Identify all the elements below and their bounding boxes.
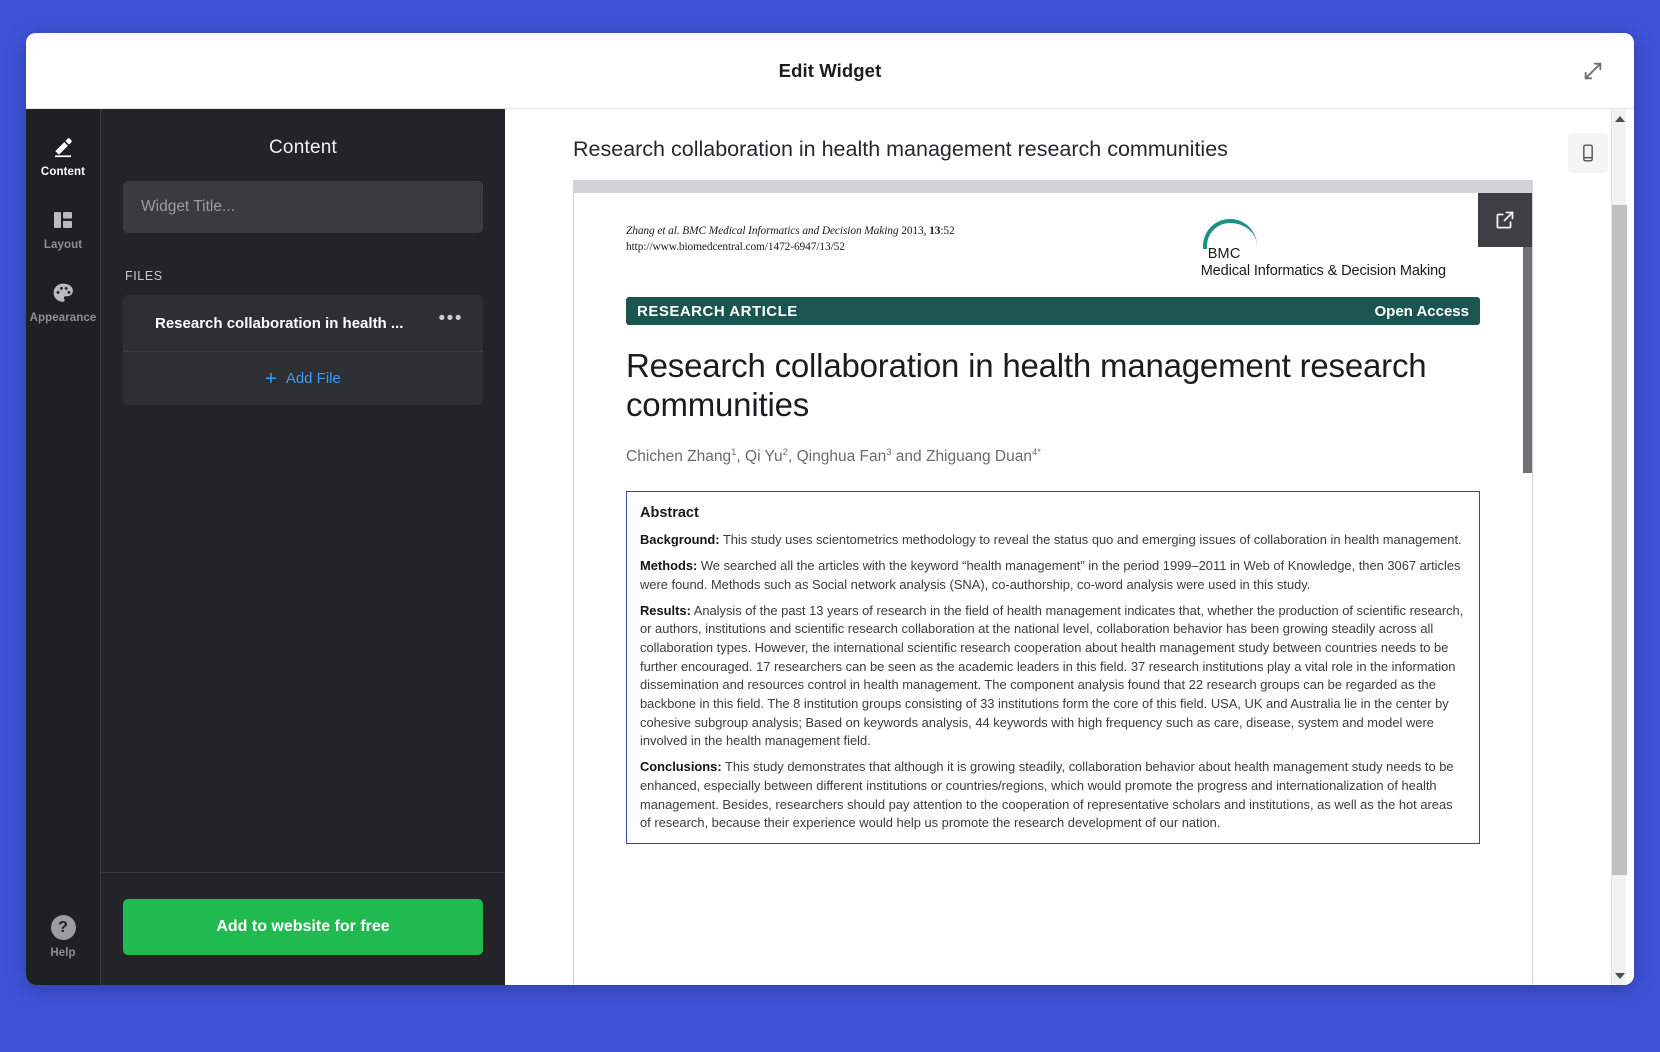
panel-scroll-area: FILES Research collaboration in health .… [101,181,505,872]
palette-icon [51,281,75,305]
triangle-down-glyph [1614,972,1625,979]
plus-icon: + [265,367,277,390]
citation-volume: 13 [929,225,941,237]
help-button[interactable]: ? Help [26,915,100,959]
layout-columns-glyph [54,212,72,228]
author-name: , Qi Yu [736,448,783,466]
preview-title: Research collaboration in health managem… [573,137,1228,161]
mobile-phone-glyph [1583,144,1593,162]
bmc-brand: BMC [1207,246,1241,262]
abstract-section-text: We searched all the articles with the ke… [640,558,1461,592]
content-panel: Content FILES Research collaboration in … [100,109,505,985]
abstract-section-label: Background: [640,532,720,548]
triangle-up-icon[interactable] [1612,111,1627,126]
preview-pane: Research collaboration in health managem… [505,109,1634,985]
document-title: Research collaboration in health managem… [626,347,1427,424]
add-to-website-button[interactable]: Add to website for free [123,899,483,955]
bmc-logo: BMC Medical Informatics & Decision Makin… [1201,219,1446,279]
panel-footer: Add to website for free [101,872,505,985]
triangle-up-glyph [1614,115,1625,122]
banner-left-label: RESEARCH ARTICLE [637,302,798,320]
external-link-icon[interactable] [1478,193,1532,247]
edit-widget-modal: Edit Widget Content Layout Appearance ? … [26,33,1634,985]
page-title: Edit Widget [778,59,882,81]
abstract-section: Conclusions: This study demonstrates tha… [640,758,1466,833]
sidebar-item-appearance[interactable]: Appearance [26,271,100,332]
modal-header: Edit Widget [26,33,1634,109]
pdf-document[interactable]: Zhang et al. BMC Medical Informatics and… [573,180,1533,985]
panel-heading: Content [269,137,337,158]
abstract-section: Methods: We searched all the articles wi… [640,557,1466,594]
external-link-glyph [1496,211,1514,229]
abstract-section: Background: This study uses scientometri… [640,531,1466,550]
palette-glyph [53,283,73,302]
preview-canvas: Zhang et al. BMC Medical Informatics and… [573,180,1533,985]
sidebar-item-content[interactable]: Content [26,125,100,186]
author-name: and Zhiguang Duan [891,448,1032,466]
sidebar-item-label: Content [40,166,86,178]
pencil-glyph [55,138,72,158]
layout-columns-icon [51,208,75,232]
abstract-section-text: This study uses scientometrics methodolo… [719,532,1462,548]
files-section-label: FILES [125,269,163,283]
triangle-down-icon[interactable] [1612,968,1627,983]
abstract-section-label: Results: [640,602,691,618]
pdf-inner-scrollbar[interactable] [1523,193,1532,985]
add-file-label: Add File [285,370,341,387]
abstract-section-text: This study demonstrates that although it… [640,759,1454,831]
widget-title-input[interactable] [123,181,483,233]
abstract-heading: Abstract [640,505,699,522]
bmc-arc-icon [1202,219,1257,249]
pdf-toolbar [574,181,1532,193]
citation-article: :52 [940,225,955,237]
citation-journal: Zhang et al. BMC Medical Informatics and… [626,225,899,237]
question-mark-icon: ? [50,915,76,940]
expand-diagonal-icon[interactable] [1576,54,1610,88]
sidebar-item-label: Layout [43,239,83,251]
citation-url: http://www.biomedcentral.com/1472-6947/1… [626,241,845,254]
abstract-section: Results: Analysis of the past 13 years o… [640,602,1466,752]
sidebar-rail: Content Layout Appearance ? Help [26,109,100,985]
document-authors: Chichen Zhang1, Qi Yu2, Qinghua Fan3 and… [626,447,1480,466]
help-label: Help [50,947,76,959]
citation-year: 2013, [898,225,930,237]
expand-diagonal-glyph [1584,62,1602,79]
preview-scroll-thumb[interactable] [1612,205,1627,875]
abstract-section-label: Conclusions: [640,759,722,775]
modal-body: Content Layout Appearance ? Help Content… [26,109,1634,985]
banner-right-label: Open Access [1374,302,1470,320]
sidebar-item-layout[interactable]: Layout [26,198,100,259]
file-name: Research collaboration in health ... [155,314,404,332]
add-file-button[interactable]: + Add File [123,351,483,405]
abstract-section-text: Analysis of the past 13 years of researc… [640,602,1464,749]
abstract-box: Abstract Background: This study uses sci… [626,491,1480,844]
author-affiliation: 4* [1031,447,1041,459]
preview-scrollbar[interactable] [1611,109,1627,985]
bmc-subtitle: Medical Informatics & Decision Making [1200,263,1446,279]
author-name: Chichen Zhang [626,448,732,466]
list-item[interactable]: Research collaboration in health ... ••• [123,295,483,351]
ellipsis-icon[interactable]: ••• [427,309,467,332]
sidebar-item-label: Appearance [29,312,97,324]
abstract-section-label: Methods: [640,558,698,574]
mobile-phone-icon[interactable] [1568,133,1608,173]
research-article-banner: RESEARCH ARTICLE Open Access [626,297,1480,326]
pencil-icon [51,135,75,159]
author-name: , Qinghua Fan [787,448,887,466]
